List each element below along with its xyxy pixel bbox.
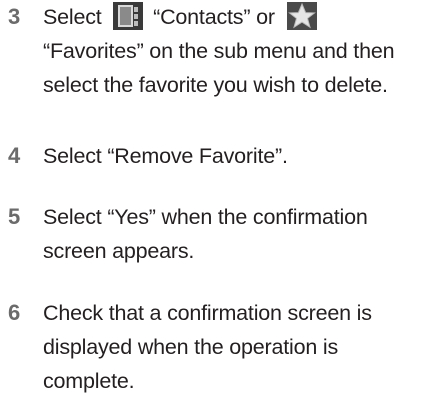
favorites-star-icon (286, 2, 317, 30)
step-text-lead: Select (43, 5, 102, 29)
step-number: 4 (8, 143, 21, 168)
step-text-contacts: “Contacts” or (153, 5, 275, 29)
step-text: Select “Contacts” or “Favorites” on the … (43, 0, 421, 102)
step-text: Select “Yes” when the confirmation scree… (43, 205, 368, 263)
step-text: Select “Remove Favorite”. (43, 144, 288, 168)
step-text: Check that a confirmation screen is disp… (43, 301, 372, 393)
step-number: 3 (8, 4, 21, 29)
step-number: 5 (8, 204, 21, 229)
step-number: 6 (8, 300, 21, 325)
step-text-rest: “Favorites” on the sub menu and then sel… (43, 39, 395, 97)
contacts-icon (113, 2, 144, 30)
